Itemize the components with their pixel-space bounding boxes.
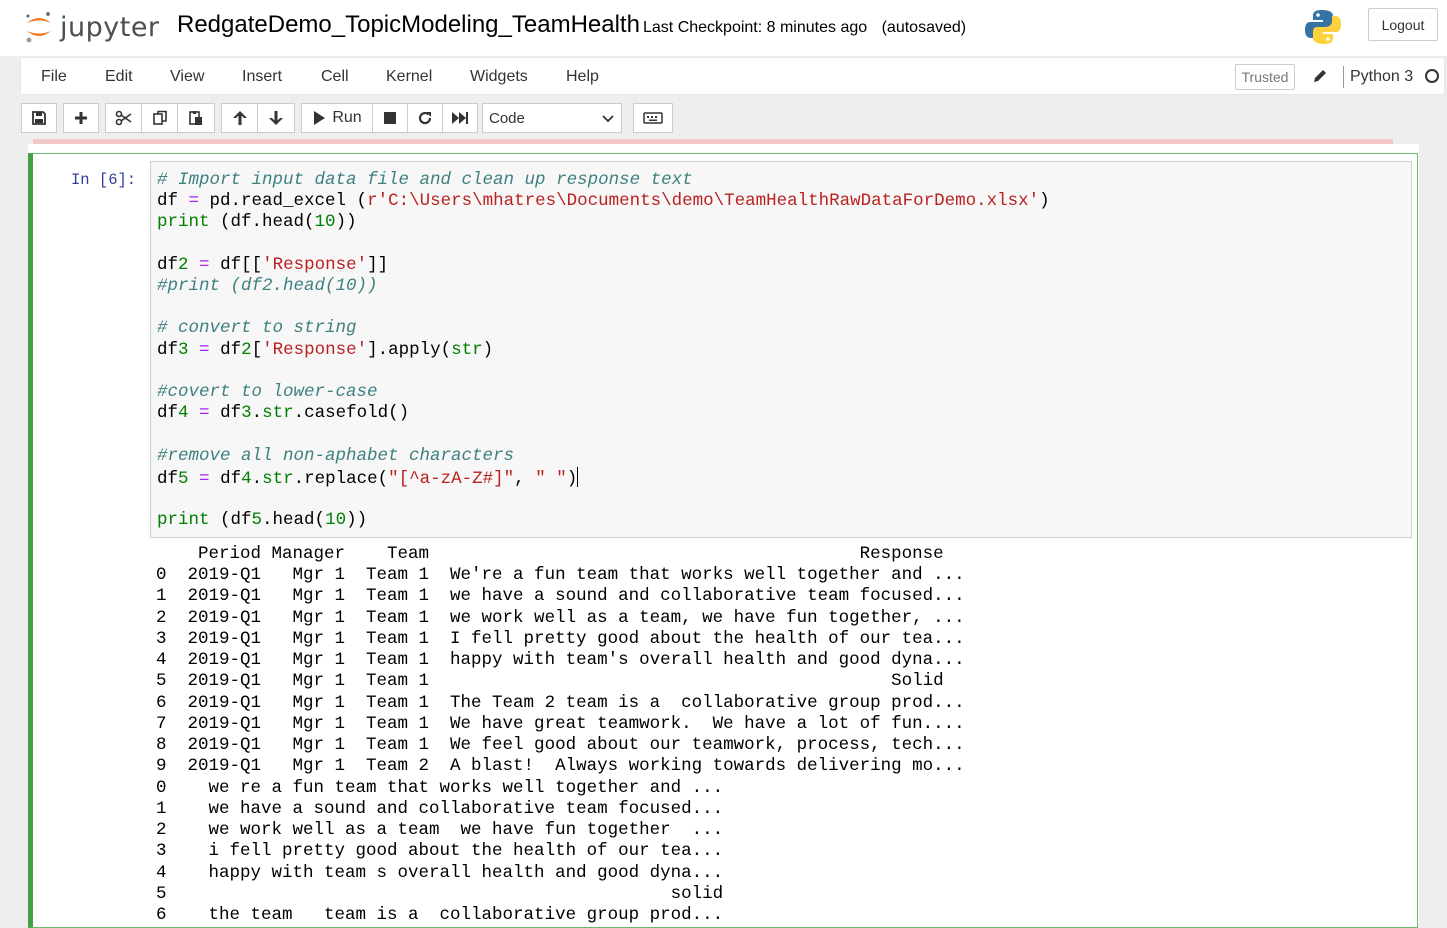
menu-cell[interactable]: Cell (321, 68, 349, 86)
move-cell-down-button[interactable] (257, 103, 295, 133)
restart-kernel-button[interactable] (407, 103, 443, 133)
keyboard-icon (643, 112, 663, 124)
output-line: 5 2019-Q1 Mgr 1 Team 1 Solid (156, 671, 944, 691)
fast-forward-icon (452, 112, 468, 124)
output-line: Period Manager Team Response (156, 544, 944, 564)
kernel-idle-indicator-icon (1425, 69, 1439, 83)
code-cell[interactable]: In [6]: # Import input data file and cle… (28, 153, 1418, 928)
plus-icon (75, 112, 87, 124)
command-palette-button[interactable] (633, 103, 673, 133)
notebook-title[interactable]: RedgateDemo_TopicModeling_TeamHealth (177, 11, 640, 39)
code-line: df4 = df3.str.casefold() (157, 403, 410, 423)
output-line: 1 2019-Q1 Mgr 1 Team 1 we have a sound a… (156, 586, 965, 606)
output-line: 0 2019-Q1 Mgr 1 Team 1 We're a fun team … (156, 565, 965, 585)
restart-run-all-button[interactable] (442, 103, 478, 133)
code-line: #covert to lower-case (157, 382, 378, 402)
paste-button[interactable] (177, 103, 215, 133)
code-line: df3 = df2['Response'].apply(str) (157, 340, 494, 360)
menu-bar: File Edit View Insert Cell Kernel Widget… (20, 57, 1445, 95)
insert-cell-button[interactable] (63, 103, 99, 133)
move-cell-up-button[interactable] (221, 103, 258, 133)
cell-type-value: Code (489, 109, 525, 127)
output-line: 4 happy with team s overall health and g… (156, 863, 724, 883)
code-editor[interactable]: # Import input data file and clean up re… (150, 161, 1412, 538)
menu-view[interactable]: View (170, 68, 204, 86)
code-line: # convert to string (157, 318, 357, 338)
menu-insert[interactable]: Insert (242, 68, 282, 86)
cell-type-select[interactable]: Code (482, 103, 622, 133)
jupyter-logo[interactable]: jupyter (24, 9, 160, 45)
python-logo-icon (1305, 10, 1341, 44)
output-line: 5 solid (156, 884, 724, 904)
menu-help[interactable]: Help (566, 68, 599, 86)
checkpoint-text: Last Checkpoint: 8 minutes ago (643, 19, 868, 36)
output-line: 2 we work well as a team we have fun tog… (156, 820, 724, 840)
code-line: #remove all non-aphabet characters (157, 446, 515, 466)
output-line: 8 2019-Q1 Mgr 1 Team 1 We feel good abou… (156, 735, 965, 755)
code-line: print (df.head(10)) (157, 212, 357, 232)
menu-file[interactable]: File (41, 68, 67, 86)
checkpoint-status: Last Checkpoint: 8 minutes ago (autosave… (643, 19, 966, 37)
code-line: #print (df2.head(10)) (157, 276, 378, 296)
output-line: 6 2019-Q1 Mgr 1 Team 1 The Team 2 team i… (156, 693, 965, 713)
kernel-name[interactable]: Python 3 (1350, 68, 1413, 86)
save-button[interactable] (21, 103, 57, 133)
menu-kernel[interactable]: Kernel (386, 68, 432, 86)
output-line: 3 2019-Q1 Mgr 1 Team 1 I fell pretty goo… (156, 629, 965, 649)
stop-icon (384, 112, 396, 124)
chevron-down-icon (602, 115, 614, 123)
output-line: 0 we re a fun team that works well toget… (156, 778, 724, 798)
menu-edit[interactable]: Edit (105, 68, 133, 86)
logout-button[interactable]: Logout (1368, 8, 1438, 41)
code-line: print (df5.head(10)) (157, 510, 368, 530)
arrow-up-icon (232, 111, 247, 125)
paste-icon (189, 111, 202, 125)
restart-icon (418, 111, 432, 125)
output-line: 4 2019-Q1 Mgr 1 Team 1 happy with team's… (156, 650, 965, 670)
code-line: # Import input data file and clean up re… (157, 170, 693, 190)
code-line: df5 = df4.str.replace("[^a-zA-Z#]", " ") (157, 467, 579, 489)
trusted-badge[interactable]: Trusted (1235, 64, 1295, 90)
kernel-separator (1343, 66, 1344, 88)
interrupt-kernel-button[interactable] (372, 103, 408, 133)
play-icon (314, 111, 326, 125)
jupyter-logo-icon (26, 12, 51, 43)
cut-button[interactable] (105, 103, 142, 133)
jupyter-wordmark: jupyter (60, 11, 160, 43)
save-icon (32, 111, 46, 125)
output-line: 7 2019-Q1 Mgr 1 Team 1 We have great tea… (156, 714, 965, 734)
output-line: 9 2019-Q1 Mgr 1 Team 2 A blast! Always w… (156, 756, 965, 776)
copy-icon (152, 110, 167, 125)
code-line: df = pd.read_excel (r'C:\Users\mhatres\D… (157, 191, 1050, 211)
pencil-icon[interactable] (1311, 67, 1329, 85)
output-line: 2 2019-Q1 Mgr 1 Team 1 we work well as a… (156, 608, 965, 628)
output-line: 6 the team team is a collaborative group… (156, 905, 724, 925)
menu-widgets[interactable]: Widgets (470, 68, 528, 86)
code-line: df2 = df[['Response']] (157, 255, 389, 275)
input-prompt: In [6]: (71, 171, 137, 189)
text-cursor (577, 467, 579, 487)
cut-icon (115, 110, 131, 126)
run-button[interactable]: Run (301, 103, 373, 133)
notebook-container: In [6]: # Import input data file and cle… (28, 144, 1419, 928)
notebook-header: jupyter RedgateDemo_TopicModeling_TeamHe… (0, 0, 1447, 56)
autosave-status: (autosaved) (881, 19, 967, 36)
run-label: Run (332, 109, 362, 126)
toolbar: Run Code (0, 96, 1447, 142)
output-line: 1 we have a sound and collaborative team… (156, 799, 724, 819)
copy-button[interactable] (141, 103, 178, 133)
output-line: 3 i fell pretty good about the health of… (156, 841, 724, 861)
arrow-down-icon (269, 111, 283, 125)
